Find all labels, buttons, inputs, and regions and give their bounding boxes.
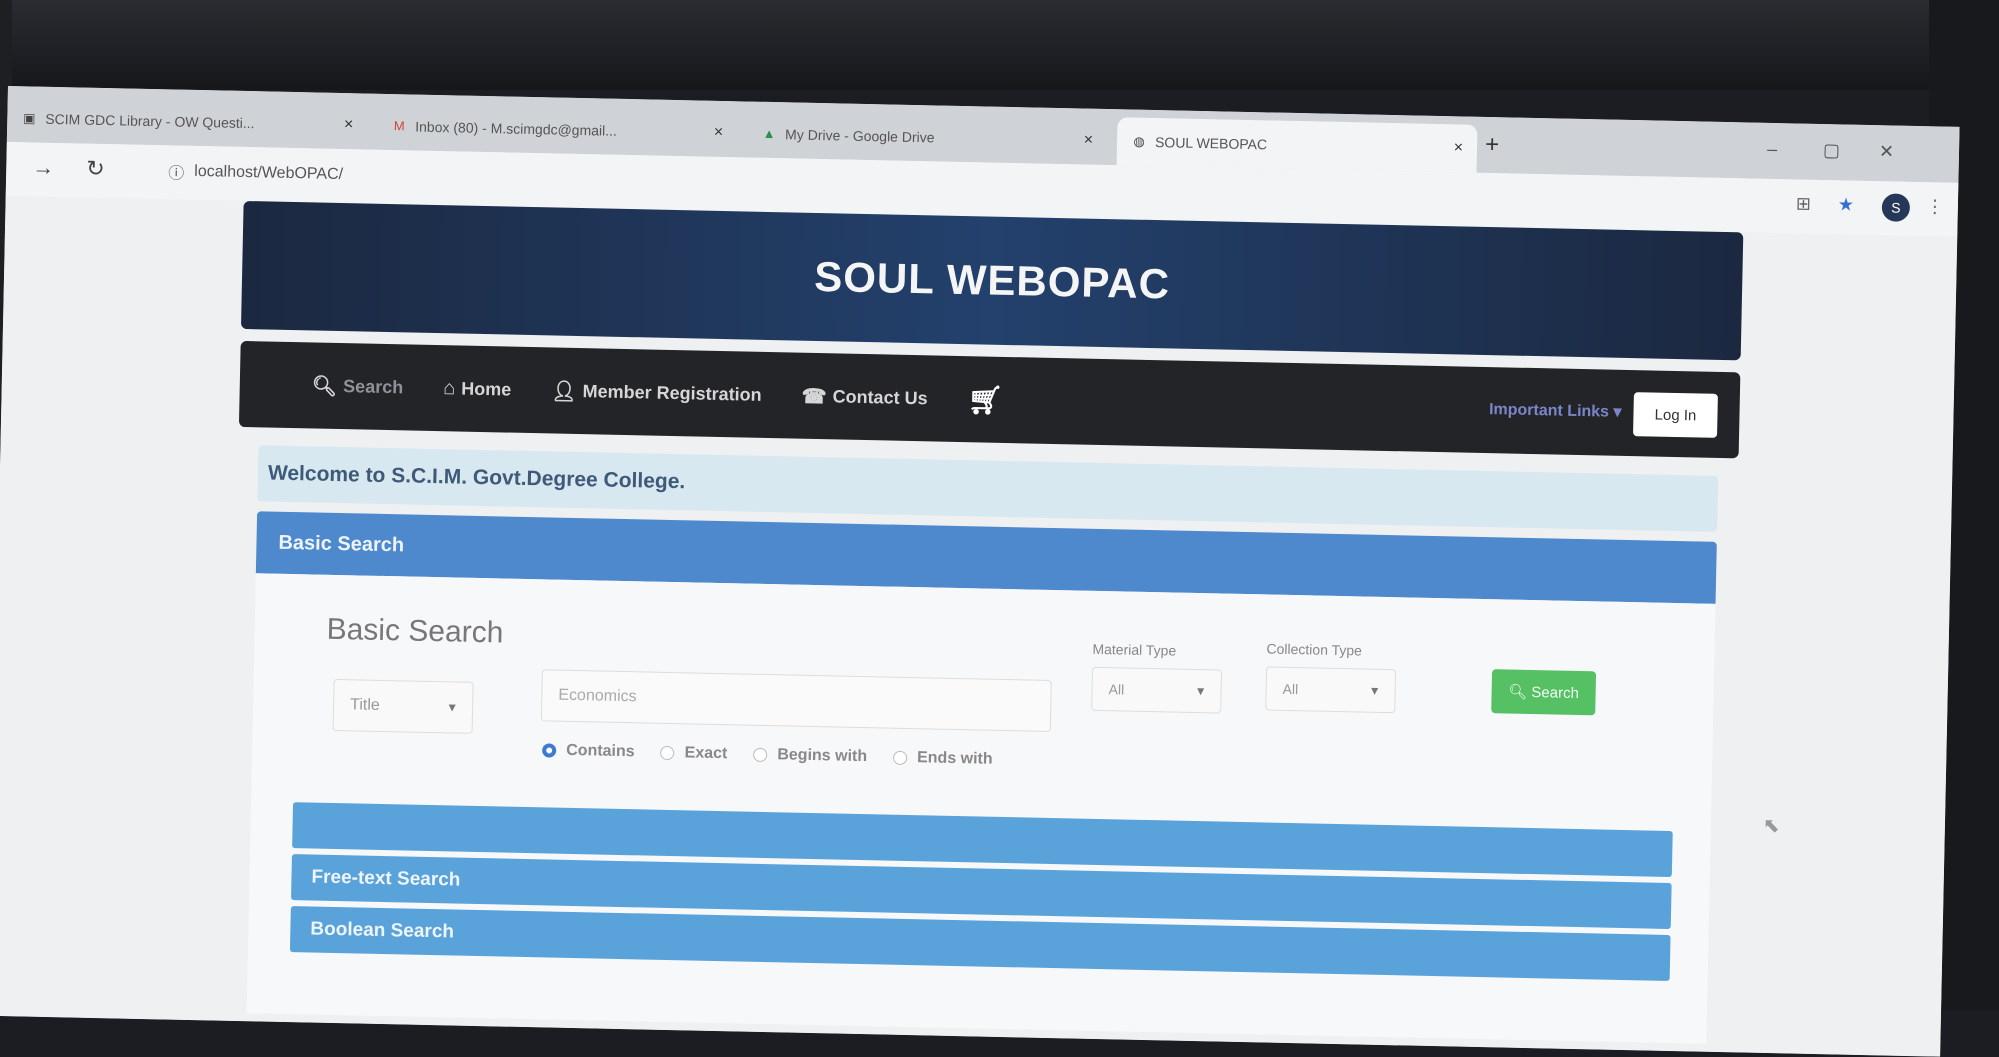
important-links-dropdown[interactable]: Important Links ▾ [1489,399,1622,422]
collection-type-select[interactable]: All ▼ [1265,666,1397,714]
collection-type-value: All [1282,680,1299,698]
new-tab-button[interactable]: + [1485,131,1500,159]
gmail-favicon-icon: M [393,118,405,134]
tab-drive[interactable]: ▲ My Drive - Google Drive × [747,109,1108,165]
nav-home[interactable]: ⌂ Home [443,377,512,401]
phone-icon: ☎ [801,385,827,408]
radio-ends-with[interactable]: Ends with [892,749,993,769]
nav-label: Contact Us [832,385,928,408]
nav-label: Member Registration [582,380,762,405]
close-window-icon[interactable]: ✕ [1879,141,1895,162]
radio-contains[interactable]: Contains [542,741,635,761]
search-field-value: Title [349,696,380,714]
tab-gmail[interactable]: M Inbox (80) - M.scimgdc@gmail... × [377,102,738,158]
chevron-down-icon: ▼ [1368,683,1381,698]
chevron-down-icon: ▼ [1194,683,1207,699]
radio-exact[interactable]: Exact [660,744,728,763]
radio-label: Contains [566,741,635,761]
cart-icon[interactable]: 🛒︎ [967,383,1003,417]
radio-label: Exact [684,744,728,763]
search-field-select[interactable]: Title ▼ [332,678,474,734]
search-icon: 🔍︎ [311,374,338,398]
tab-soul-webopac[interactable]: ◍ SOUL WEBOPAC × [1116,117,1478,173]
menu-kebab-icon[interactable]: ⋮ [1926,196,1944,217]
close-tab-icon[interactable]: × [714,124,724,142]
chevron-down-icon: ▼ [446,700,459,715]
nav-contact-us[interactable]: ☎ Contact Us [801,383,927,411]
radio-dot[interactable] [892,750,908,765]
site-info-icon[interactable]: ⓘ [168,159,185,183]
login-button[interactable]: Log In [1633,392,1718,438]
close-tab-icon[interactable]: × [1084,132,1094,150]
radio-begins-with[interactable]: Begins with [753,746,867,766]
site-title: SOUL WEBOPAC [813,252,1171,308]
forward-icon[interactable]: → [32,155,55,181]
tab-label: SOUL WEBOPAC [1154,134,1268,153]
mouse-cursor-icon: ⬉ [1762,814,1780,838]
bookmark-star-icon[interactable]: ★ [1838,194,1855,215]
library-favicon-icon: ▣ [23,110,36,126]
tab-label: SCIM GDC Library - OW Questi... [45,110,255,132]
maximize-icon[interactable]: ▢ [1823,140,1840,161]
radio-dot[interactable] [542,743,557,758]
search-button-label: Search [1531,683,1580,702]
material-type-value: All [1108,681,1125,698]
material-type-label: Material Type [1092,640,1177,659]
page-content: SOUL WEBOPAC 🔍︎ Search ⌂ Home 👤︎ Member … [0,195,1958,1057]
radio-label: Ends with [916,749,993,768]
nav-search[interactable]: 🔍︎ Search [312,373,404,400]
nav-label: Search [342,375,404,397]
close-tab-icon[interactable]: × [1453,139,1464,157]
tab-label: My Drive - Google Drive [784,126,935,146]
profile-avatar[interactable]: S [1881,193,1911,222]
search-button[interactable]: 🔍︎ Search [1491,669,1597,716]
material-type-select[interactable]: All ▼ [1091,666,1223,714]
search-input-value: Economics [558,686,637,706]
radio-label: Begins with [777,746,868,766]
reload-icon[interactable]: ↻ [86,156,105,182]
nav-member-registration[interactable]: 👤︎ Member Registration [551,378,762,407]
close-tab-icon[interactable]: × [344,116,354,134]
basic-search-panel: Basic Search Title ▼ Economics Material … [246,573,1716,1044]
basic-search-heading: Basic Search [326,612,504,650]
collection-type-label: Collection Type [1266,640,1363,659]
search-icon: 🔍︎ [1508,683,1528,701]
browser-window: ▣ SCIM GDC Library - OW Questi... × M In… [0,86,1960,1057]
home-icon: ⌂ [442,376,456,399]
main-navbar: 🔍︎ Search ⌂ Home 👤︎ Member Registration … [238,340,1741,459]
drive-favicon-icon: ▲ [762,125,776,142]
tab-label: Inbox (80) - M.scimgdc@gmail... [415,118,618,139]
radio-dot[interactable] [753,747,768,763]
tab-library[interactable]: ▣ SCIM GDC Library - OW Questi... × [7,94,368,150]
cast-icon[interactable]: ⊞ [1796,193,1812,214]
nav-label: Home [461,378,512,400]
monitor-bezel-top [0,0,1999,90]
radio-dot[interactable] [660,745,675,761]
globe-favicon-icon: ◍ [1133,133,1145,149]
match-type-group: Contains Exact Begins with Ends with [542,741,1019,769]
search-input[interactable]: Economics [540,669,1052,732]
minimize-icon[interactable]: – [1767,139,1777,160]
user-icon: 👤︎ [551,379,577,403]
address-url[interactable]: localhost/WebOPAC/ [194,163,343,184]
